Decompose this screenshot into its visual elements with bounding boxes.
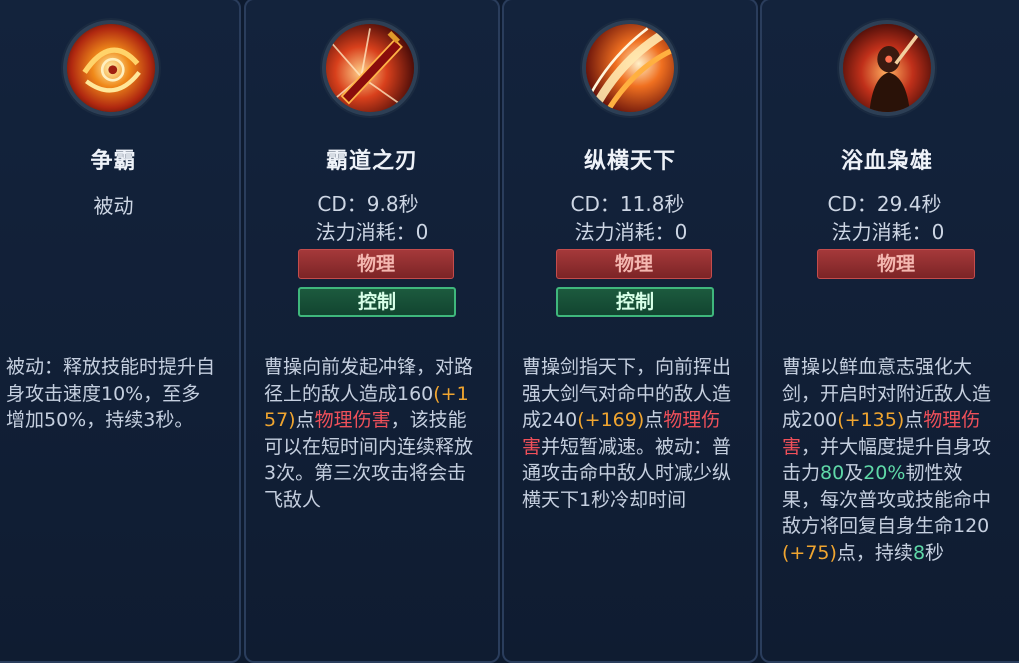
blade-charge-skill-icon [322, 20, 418, 116]
passive-label: 被动 [93, 194, 134, 218]
attack-buff-value: 80 [820, 462, 845, 484]
skill-name: 霸道之刃 [325, 149, 418, 174]
physical-tag: 物理 [556, 249, 712, 279]
bonus-damage-value: (+169) [577, 409, 645, 431]
desc-text: 及 [844, 462, 864, 484]
desc-text: 点，持续 [836, 541, 913, 564]
skill-description: 被动：释放技能时提升自身攻击速度10%，至多增加50%，持续3秒。 [6, 356, 216, 431]
sword-wave-skill-icon [582, 20, 678, 116]
physical-tag: 物理 [817, 249, 975, 279]
control-tag: 控制 [556, 287, 714, 317]
skill-card-1[interactable]: 争霸 被动 被动：释放技能时提升自身攻击速度10%，至多增加50%，持续3秒。 [0, 0, 241, 663]
desc-text: 点 [295, 409, 315, 431]
skill-name: 争霸 [90, 149, 137, 174]
spiral-slash-skill-icon [63, 20, 159, 116]
bonus-heal-value: (+75) [782, 541, 837, 564]
skill-description: 曹操剑指天下，向前挥出强大剑气对命中的敌人造成240(+169)点物理伤害并短暂… [522, 354, 734, 513]
physical-tag: 物理 [298, 249, 454, 279]
bloodlust-hero-skill-icon [839, 20, 935, 116]
skill-card-3[interactable]: 纵横天下 CD：11.8秒 法力消耗：0 物理 控制 曹操剑指天下，向前挥出强大… [502, 0, 758, 663]
tenacity-buff-value: 20% [863, 462, 906, 484]
skill-description: 曹操向前发起冲锋，对路径上的敌人造成160(+157)点物理伤害，该技能可以在短… [264, 354, 476, 513]
desc-text: 并短暂减速。被动：普通攻击命中敌人时减少纵横天下1秒冷却时间 [522, 435, 732, 511]
duration-value: 8 [912, 541, 926, 564]
skill-card-2[interactable]: 霸道之刃 CD：9.8秒 法力消耗：0 物理 控制 曹操向前发起冲锋，对路径上的… [244, 0, 500, 663]
cooldown-text: CD：11.8秒 [570, 192, 685, 216]
mana-cost-text: 法力消耗：0 [574, 220, 688, 244]
cooldown-text: CD：29.4秒 [827, 192, 942, 216]
skill-name: 浴血枭雄 [840, 149, 933, 174]
mana-cost-text: 法力消耗：0 [831, 220, 945, 244]
skill-description: 曹操以鲜血意志强化大剑，开启时对附近敌人造成200(+135)点物理伤害，并大幅… [782, 354, 996, 566]
skill-name: 纵横天下 [583, 149, 676, 174]
cooldown-text: CD：9.8秒 [317, 192, 419, 216]
desc-text: 点 [644, 409, 664, 431]
bonus-damage-value: (+135) [837, 409, 905, 431]
skill-card-4[interactable]: 浴血枭雄 CD：29.4秒 法力消耗：0 物理 曹操以鲜血意志强化大剑，开启时对… [760, 0, 1019, 663]
physical-damage-keyword: 物理伤害 [314, 409, 391, 431]
desc-text: 秒 [925, 541, 945, 564]
desc-text: 点 [904, 409, 924, 431]
mana-cost-text: 法力消耗：0 [315, 220, 429, 244]
control-tag: 控制 [298, 287, 456, 317]
